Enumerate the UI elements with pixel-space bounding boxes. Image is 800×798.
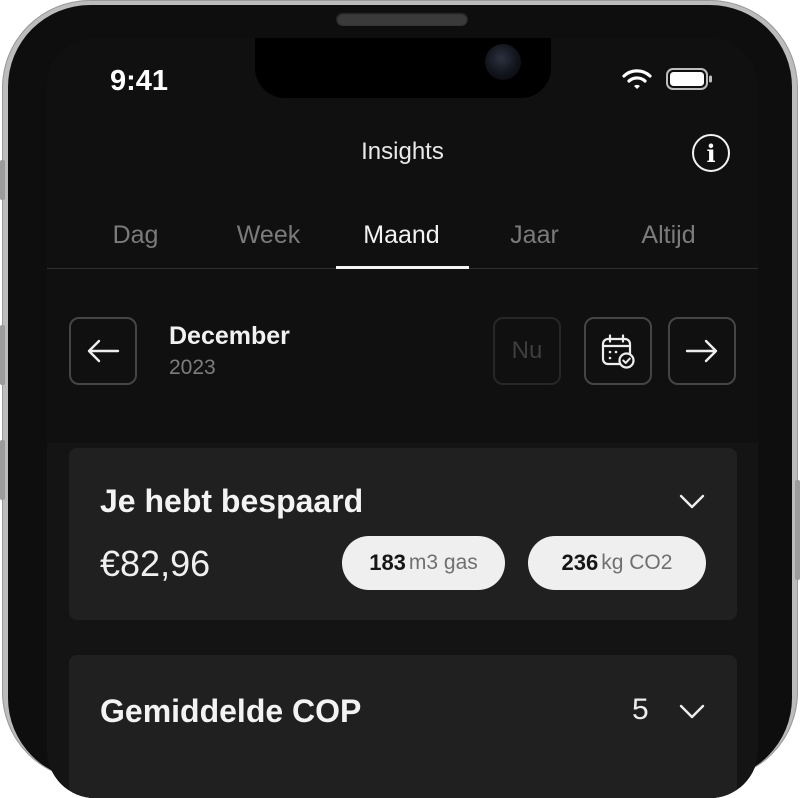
tab-jaar[interactable]: Jaar <box>468 221 601 250</box>
savings-amount: €82,96 <box>100 543 211 584</box>
now-button[interactable]: Nu <box>493 317 561 385</box>
previous-period-button[interactable] <box>69 317 137 385</box>
info-button[interactable]: i <box>692 134 730 172</box>
chevron-down-icon[interactable] <box>679 494 705 510</box>
cop-card-title: Gemiddelde COP <box>100 693 362 729</box>
now-label: Nu <box>511 337 543 364</box>
active-tab-indicator <box>336 266 469 269</box>
arrow-left-icon <box>87 339 120 363</box>
side-button-left-2 <box>0 325 5 385</box>
period-month: December <box>169 322 290 350</box>
tab-maand[interactable]: Maand <box>335 221 468 250</box>
earpiece-speaker <box>336 12 468 26</box>
page-title: Insights <box>361 138 444 165</box>
side-button-left-3 <box>0 440 5 500</box>
calendar-button[interactable] <box>584 317 652 385</box>
side-button-right <box>795 480 800 580</box>
tab-dag[interactable]: Dag <box>69 221 202 250</box>
tab-week[interactable]: Week <box>202 221 335 250</box>
next-period-button[interactable] <box>668 317 736 385</box>
gas-saved-badge: 183 m3 gas <box>342 536 505 590</box>
co2-saved-value: 236 <box>561 550 599 575</box>
period-year: 2023 <box>169 356 216 379</box>
info-circle-icon: i <box>706 138 716 168</box>
notch <box>255 38 551 98</box>
co2-saved-badge: 236 kg CO2 <box>528 536 706 590</box>
cop-value: 5 <box>632 693 649 726</box>
gas-saved-unit: m3 gas <box>408 551 478 574</box>
cop-card[interactable]: Gemiddelde COP 5 <box>69 655 737 798</box>
app-screen: 9:41 Insights i Dag Week Maand Jaar Alti… <box>47 38 758 798</box>
co2-saved-unit: kg CO2 <box>601 551 673 574</box>
status-icons <box>622 68 714 90</box>
period-tabs: Dag Week Maand Jaar Altijd <box>47 221 758 269</box>
battery-icon <box>666 68 712 90</box>
savings-card[interactable]: Je hebt bespaard €82,96 183 m3 gas 236 k… <box>69 448 737 620</box>
savings-card-title: Je hebt bespaard <box>100 483 364 519</box>
calendar-check-icon <box>601 334 635 369</box>
side-button-left-1 <box>0 160 5 200</box>
tab-altijd[interactable]: Altijd <box>602 221 735 250</box>
front-camera <box>485 44 521 80</box>
arrow-right-icon <box>685 339 718 363</box>
gas-saved-value: 183 <box>369 550 406 575</box>
status-time: 9:41 <box>110 65 169 97</box>
wifi-icon <box>622 69 652 89</box>
